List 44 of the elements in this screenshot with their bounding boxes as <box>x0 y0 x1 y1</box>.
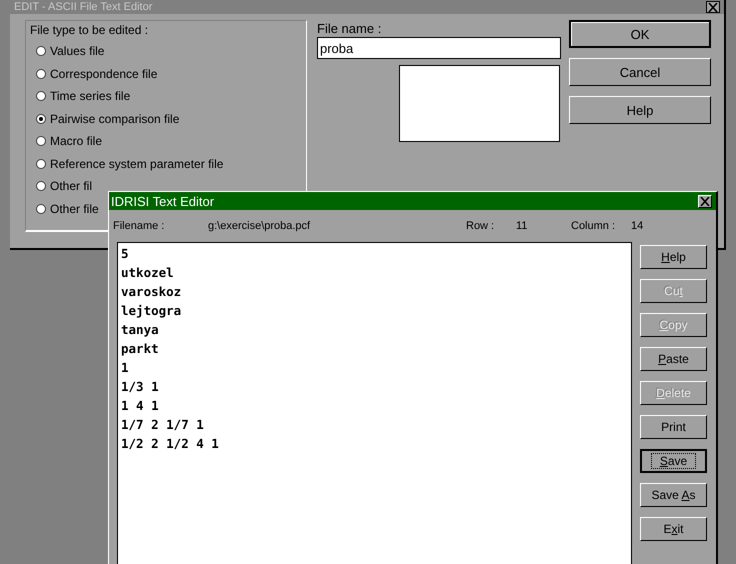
radio-option[interactable]: Reference system parameter file <box>36 156 224 172</box>
text-line: varoskoz <box>121 283 182 301</box>
dialog-button[interactable]: OK <box>569 20 711 48</box>
field-label: File name : <box>317 21 382 37</box>
radio-option[interactable]: Pairwise comparison file <box>36 110 180 127</box>
editor-button[interactable]: Print <box>640 415 707 439</box>
text-line: tanya <box>121 321 160 339</box>
radio-option[interactable]: Macro file <box>36 133 102 150</box>
group-label: File type to be edited : <box>30 23 150 37</box>
close-icon <box>700 196 710 206</box>
text-line: parkt <box>121 340 160 358</box>
text-line: 1 <box>121 359 130 377</box>
filename-value: g:\exercise\proba.pcf <box>208 220 312 232</box>
text-line: 1/7 2 1/7 1 <box>121 416 205 434</box>
column-value: 14 <box>631 220 644 232</box>
radio-option[interactable]: Time series file <box>36 88 130 104</box>
row-value: 11 <box>516 220 528 232</box>
dialog-button[interactable]: Cancel <box>569 58 711 86</box>
editor-button[interactable]: Exit <box>640 517 707 541</box>
close-button[interactable] <box>706 1 720 13</box>
close-icon <box>708 2 718 12</box>
radio-option[interactable]: Other fil <box>36 178 92 194</box>
text-line: 5 <box>121 245 130 263</box>
row-label: Row : <box>466 220 496 232</box>
file-name-field[interactable]: proba <box>317 37 561 59</box>
window-title: EDIT - ASCII File Text Editor <box>14 1 152 13</box>
text-line: 1/2 2 1/2 4 1 <box>121 435 220 453</box>
editor-button[interactable]: Save <box>640 449 707 473</box>
editor-button[interactable]: Save As <box>640 483 707 507</box>
filename-label: Filename : <box>113 220 166 232</box>
text-line: 1/3 1 <box>121 378 160 396</box>
editor-button[interactable]: Help <box>640 245 707 269</box>
radio-option[interactable]: Correspondence file <box>36 66 158 82</box>
text-area[interactable]: 5 utkozel varoskoz lejtogra tanya parkt 1 1/3 1 1 4 1 1/7 2 1/7 1 1/2 2 1/2 4 1 <box>117 242 632 564</box>
dialog-button[interactable]: Help <box>569 96 711 124</box>
text-line: utkozel <box>121 264 175 282</box>
editor-button[interactable]: Paste <box>640 347 707 371</box>
text-line: lejtogra <box>121 302 182 320</box>
radio-option[interactable]: Other file <box>36 200 99 217</box>
column-label: Column : <box>571 220 616 232</box>
text-line: 1 4 1 <box>121 397 160 415</box>
window-title: IDRISI Text Editor <box>111 194 214 208</box>
list-box[interactable] <box>399 65 560 142</box>
radio-option[interactable]: Values file <box>36 43 104 60</box>
